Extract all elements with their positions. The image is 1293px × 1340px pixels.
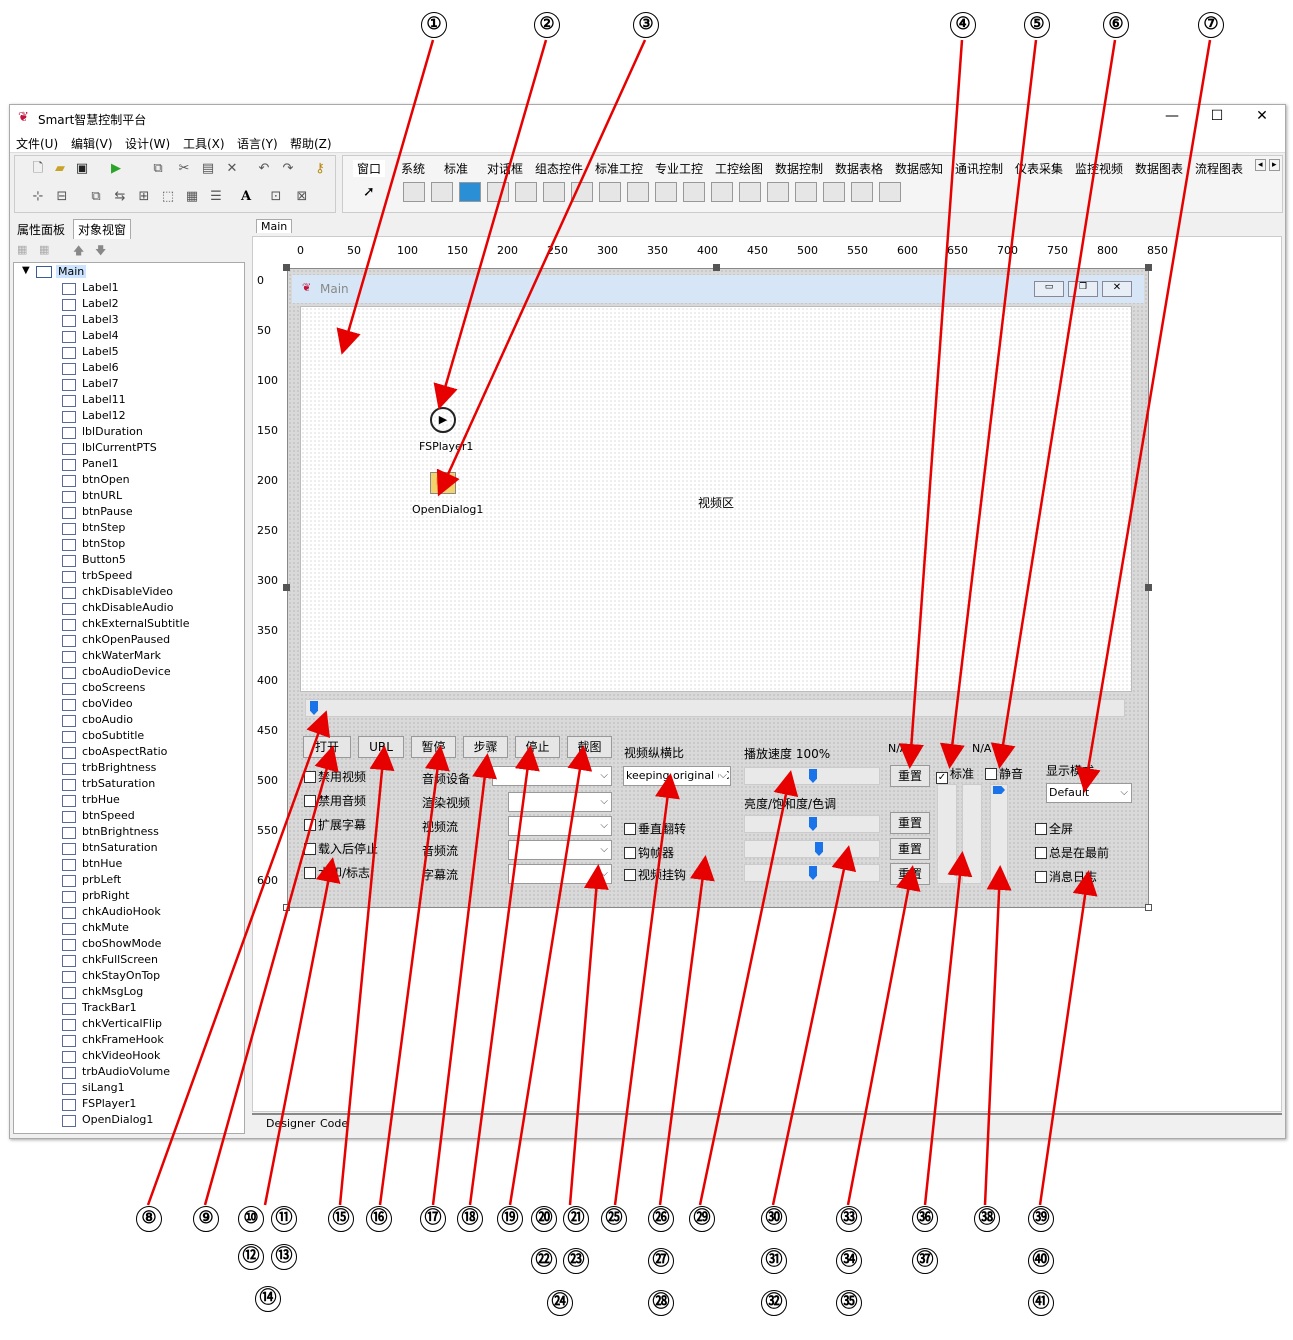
callout-number: ⑭ — [255, 1286, 281, 1312]
callout-number: ㉜ — [761, 1290, 787, 1316]
callout-number: ㉛ — [761, 1248, 787, 1274]
callout-number: ⑥ — [1103, 12, 1129, 38]
callout-number: ㊱ — [912, 1206, 938, 1232]
callout-number: ⑯ — [366, 1206, 392, 1232]
callout-number: ㉝ — [836, 1206, 862, 1232]
callout-number: ⑲ — [497, 1206, 523, 1232]
callout-number: ④ — [950, 12, 976, 38]
callout-number: ⑰ — [420, 1206, 446, 1232]
callout-number: ㉗ — [648, 1248, 674, 1274]
callout-number: ㉔ — [547, 1290, 573, 1316]
callout-number: ㉘ — [648, 1290, 674, 1316]
callout-number: ⑩ — [238, 1206, 264, 1232]
callout-number: ㉟ — [836, 1290, 862, 1316]
callout-number: ㉑ — [563, 1206, 589, 1232]
callout-number: ㉚ — [761, 1206, 787, 1232]
callout-number: ⑮ — [328, 1206, 354, 1232]
callout-number: ㊲ — [912, 1248, 938, 1274]
callout-number: ㉞ — [836, 1248, 862, 1274]
callout-number: ㉖ — [648, 1206, 674, 1232]
callout-arrows — [146, 39, 1212, 1206]
callout-number: ㊵ — [1028, 1248, 1054, 1274]
callout-number: ⑨ — [193, 1206, 219, 1232]
callout-number: ⑧ — [136, 1206, 162, 1232]
callout-number: ③ — [633, 12, 659, 38]
callout-number: ⑤ — [1024, 12, 1050, 38]
callout-number: ① — [421, 12, 447, 38]
callout-number: ② — [534, 12, 560, 38]
callout-number: ㉓ — [563, 1248, 589, 1274]
callout-number: ⑬ — [271, 1244, 297, 1270]
callout-number: ㊶ — [1028, 1290, 1054, 1316]
callout-number: ⑪ — [271, 1206, 297, 1232]
callout-number: ⑳ — [531, 1206, 557, 1232]
callout-number: ㉒ — [531, 1248, 557, 1274]
callout-number: ㊴ — [1028, 1206, 1054, 1232]
callout-number: ⑱ — [457, 1206, 483, 1232]
callout-number: ㉕ — [601, 1206, 627, 1232]
callout-number: ⑦ — [1198, 12, 1224, 38]
callout-number: ㊳ — [974, 1206, 1000, 1232]
callout-number: ㉙ — [689, 1206, 715, 1232]
callout-number: ⑫ — [238, 1244, 264, 1270]
